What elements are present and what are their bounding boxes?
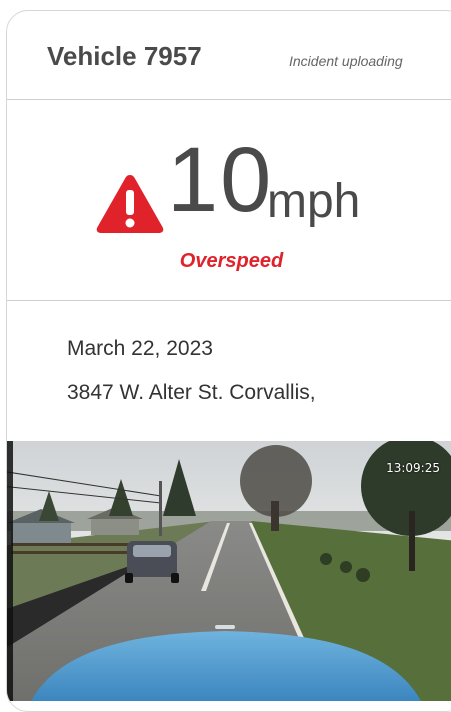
- speed-section: 10 mph Overspeed: [7, 100, 451, 301]
- speed-unit: mph: [267, 175, 361, 228]
- card-header: Vehicle 7957 Incident uploading: [7, 11, 451, 100]
- speed-value: 10: [167, 129, 274, 231]
- dashcam-video[interactable]: 13:09:25: [7, 441, 451, 701]
- incident-date: March 22, 2023: [67, 337, 213, 360]
- event-label: Overspeed: [179, 250, 284, 272]
- incident-card: Vehicle 7957 Incident uploading 10 mph O…: [6, 10, 451, 712]
- upload-status: Incident uploading: [289, 53, 403, 69]
- vehicle-title: Vehicle 7957: [47, 41, 202, 71]
- video-timestamp: 13:09:25: [386, 461, 440, 475]
- incident-address: 3847 W. Alter St. Corvallis,: [67, 381, 316, 404]
- warning-triangle-icon: [96, 175, 164, 233]
- dashcam-frame: [7, 441, 451, 701]
- incident-details: March 22, 2023 3847 W. Alter St. Corvall…: [7, 301, 451, 441]
